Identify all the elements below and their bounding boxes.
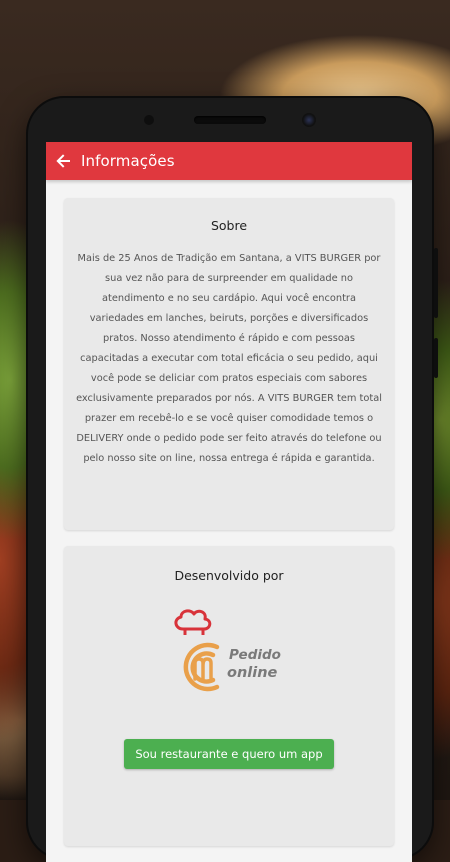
page-title: Informações	[81, 152, 175, 170]
power-button	[434, 248, 438, 318]
logo-text-online: online	[227, 665, 278, 681]
developer-card: Desenvolvido por Pedido online Sou resta…	[64, 546, 394, 846]
front-camera	[302, 113, 316, 127]
pedido-online-logo[interactable]: Pedido online	[64, 607, 394, 699]
about-card: Sobre Mais de 25 Anos de Tradição em San…	[64, 198, 394, 530]
proximity-sensor	[144, 115, 154, 125]
logo-text-pedido: Pedido	[229, 647, 281, 663]
request-app-button[interactable]: Sou restaurante e quero um app	[124, 739, 334, 769]
back-button[interactable]	[54, 152, 72, 170]
developer-title: Desenvolvido por	[174, 568, 284, 583]
app-bar: Informações	[46, 142, 412, 180]
arrow-left-icon	[56, 154, 70, 168]
chef-hat-icon: Pedido online	[174, 609, 281, 692]
volume-button	[434, 338, 438, 378]
about-title: Sobre	[210, 218, 248, 233]
phone-frame: Informações Sobre Mais de 25 Anos de Tra…	[28, 98, 438, 862]
about-text: Mais de 25 Anos de Tradição em Santana, …	[76, 253, 382, 464]
content-area: Sobre Mais de 25 Anos de Tradição em San…	[46, 180, 412, 846]
earpiece-speaker	[194, 116, 266, 124]
app-screen: Informações Sobre Mais de 25 Anos de Tra…	[46, 142, 412, 862]
